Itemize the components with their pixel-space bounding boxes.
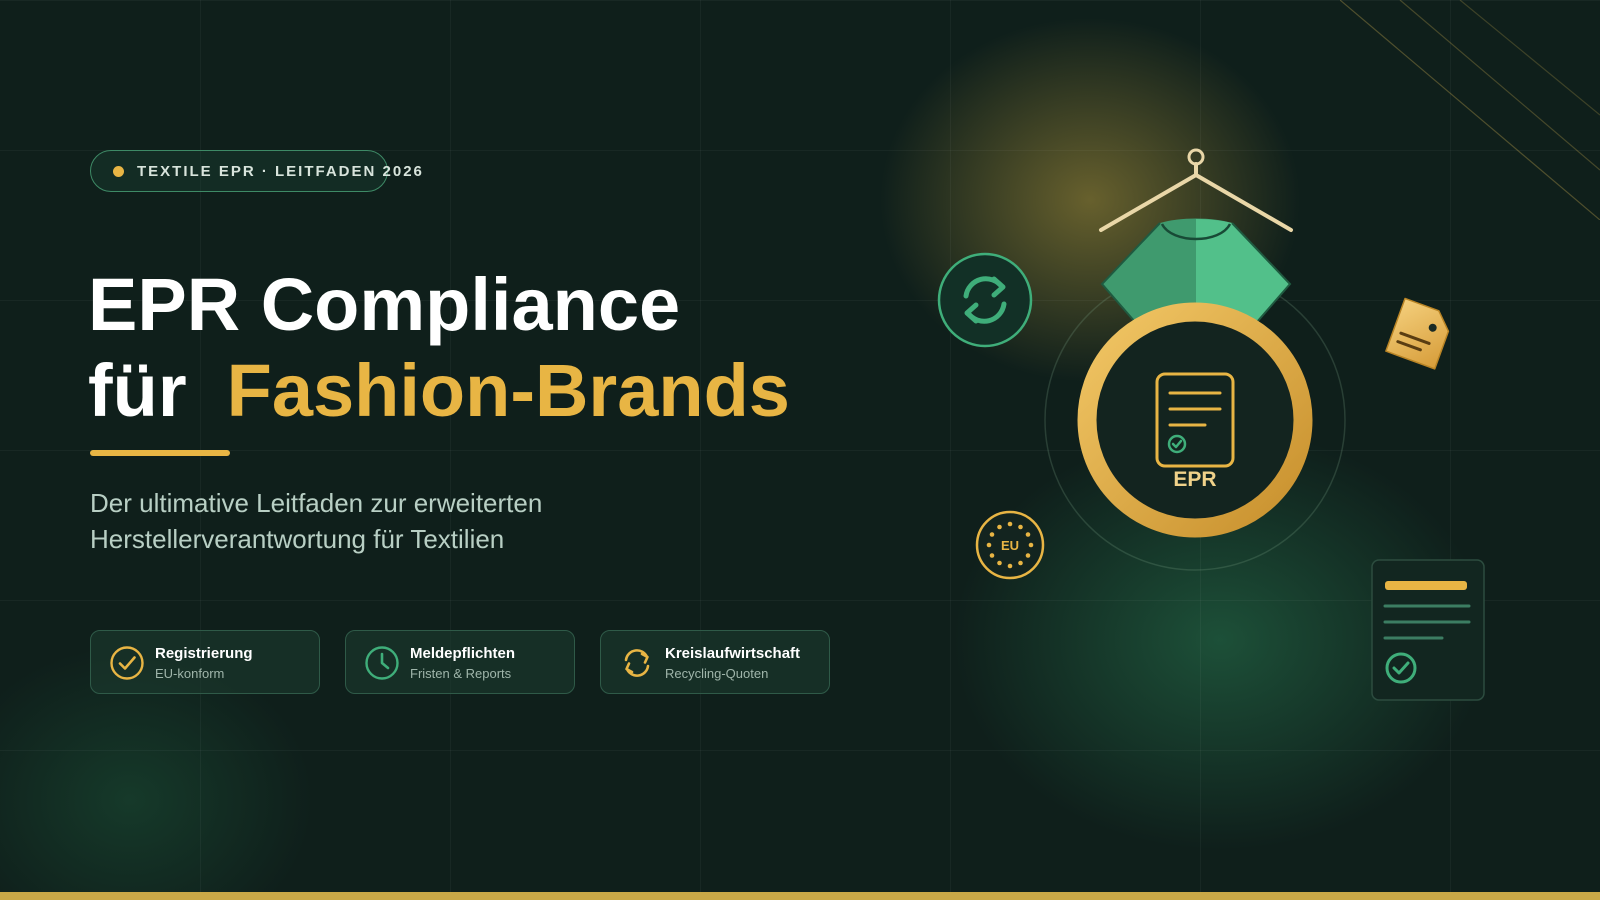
report-card-icon (1371, 559, 1485, 701)
recycle-bubble-icon (937, 252, 1033, 348)
bottom-accent-bar (0, 892, 1600, 900)
epr-center-label: EPR (1173, 468, 1216, 491)
hanger-icon (1099, 148, 1293, 232)
hero-banner: TEXTILE EPR · LEITFADEN 2026 EPR Complia… (0, 0, 1600, 900)
price-tag-icon (1385, 297, 1450, 370)
eu-label: EU (1001, 538, 1019, 553)
epr-illustration: EPR EU (937, 148, 1485, 701)
epr-ring (1077, 302, 1313, 538)
